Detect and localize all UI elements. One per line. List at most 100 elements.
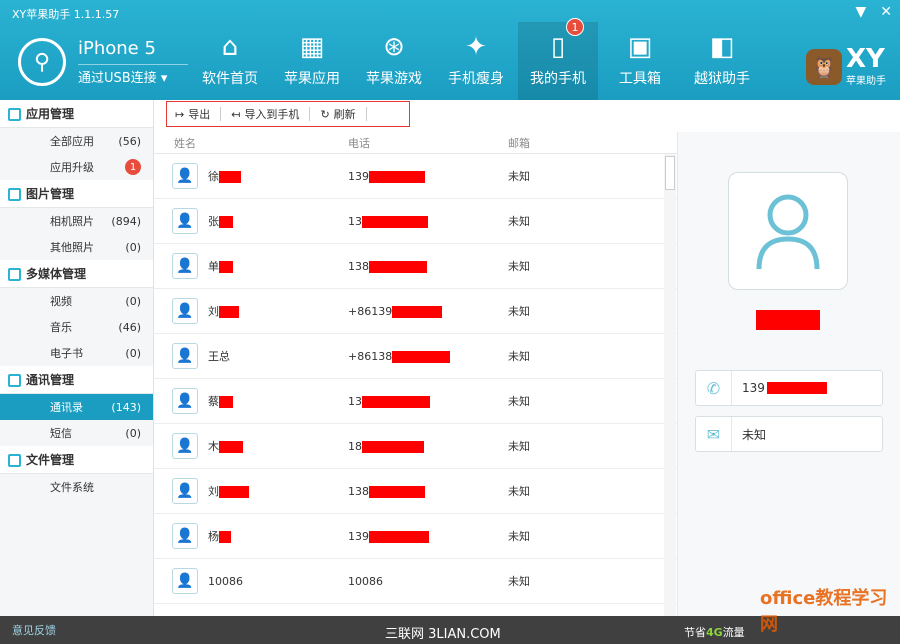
message-icon (8, 374, 21, 387)
export-label: 导出 (188, 108, 211, 121)
apple-icon: ✦ (465, 32, 487, 62)
table-row[interactable]: 👤 10086 10086 未知 (154, 559, 677, 604)
nav-my-phone[interactable]: 1 ▯ 我的手机 (518, 18, 598, 100)
table-row[interactable]: 👤 单 138 未知 (154, 244, 677, 289)
item-label: 音乐 (50, 321, 72, 334)
saver-prefix: 节省 (684, 626, 706, 639)
export-button[interactable]: ↦ 导出 (175, 106, 210, 122)
contact-name: 蔡 (208, 395, 219, 408)
sidebar-group-media[interactable]: 多媒体管理 (0, 260, 153, 288)
contact-avatar-icon: 👤 (172, 433, 198, 459)
table-row[interactable]: 👤 蔡 13 未知 (154, 379, 677, 424)
nav-apps[interactable]: ▦ 苹果应用 (272, 22, 352, 100)
nav-home[interactable]: ⌂ 软件首页 (190, 22, 270, 100)
sidebar-item-all-apps[interactable]: 全部应用 (56) (0, 128, 153, 154)
contact-avatar-icon: 👤 (172, 568, 198, 594)
redaction-mark (362, 440, 424, 453)
contact-avatar-icon: 👤 (172, 163, 198, 189)
minimize-icon[interactable]: ▼ (855, 4, 866, 20)
table-row[interactable]: 👤 张 13 未知 (154, 199, 677, 244)
group-label: 多媒体管理 (26, 267, 87, 281)
sidebar-item-other-photos[interactable]: 其他照片 (0) (0, 234, 153, 260)
redaction-mark (219, 441, 243, 453)
refresh-button[interactable]: ↻ 刷新 (320, 106, 355, 122)
nav-jailbreak[interactable]: ◧ 越狱助手 (682, 22, 762, 100)
contact-avatar-icon: 👤 (172, 253, 198, 279)
contact-phone: 10086 (348, 574, 383, 588)
import-icon: ↤ (231, 107, 241, 121)
saver-highlight: 4G (706, 626, 723, 639)
phone-icon: ▯ (550, 32, 566, 62)
phone-icon: ✆ (696, 371, 732, 405)
item-label: 相机照片 (50, 215, 94, 228)
table-row[interactable]: 👤 徐 139 未知 (154, 154, 677, 199)
column-phone[interactable]: 电话 (348, 135, 508, 151)
column-name[interactable]: 姓名 (154, 135, 348, 151)
contact-email: 未知 (508, 260, 530, 273)
home-icon: ⌂ (221, 32, 239, 62)
table-row[interactable]: 👤 刘 138 未知 (154, 469, 677, 514)
redaction-mark (219, 396, 233, 408)
item-label: 视频 (50, 295, 72, 308)
contact-name: 杨 (208, 530, 219, 543)
table-row[interactable]: 👤 木 18 未知 (154, 424, 677, 469)
redaction-mark (219, 171, 241, 183)
contact-name: 张 (208, 215, 219, 228)
refresh-icon: ↻ (320, 107, 330, 121)
contact-avatar-icon: 👤 (172, 298, 198, 324)
table-row[interactable]: 👤 杨 139 未知 (154, 514, 677, 559)
sidebar-item-camera-photos[interactable]: 相机照片 (894) (0, 208, 153, 234)
sidebar-group-files[interactable]: 文件管理 (0, 446, 153, 474)
sidebar-item-app-upgrade[interactable]: 应用升级 1 (0, 154, 153, 180)
contact-phone: 18 (348, 439, 362, 453)
item-label: 全部应用 (50, 135, 94, 148)
contact-detail-panel: ✆ 139 ✉ 未知 (677, 132, 900, 616)
sidebar-group-communication[interactable]: 通讯管理 (0, 366, 153, 394)
nav-toolbox[interactable]: ▣ 工具箱 (600, 22, 680, 100)
column-email[interactable]: 邮箱 (508, 135, 608, 151)
export-icon: ↦ (175, 107, 185, 121)
saver-suffix: 流量 (722, 626, 745, 639)
redaction-mark (369, 170, 425, 183)
close-icon[interactable]: ✕ (880, 4, 892, 20)
detail-email-field[interactable]: ✉ 未知 (695, 416, 883, 452)
contact-name: 刘 (208, 305, 219, 318)
redaction-mark (219, 306, 239, 318)
nav-games[interactable]: ⊛ 苹果游戏 (354, 22, 434, 100)
sidebar-item-video[interactable]: 视频 (0) (0, 288, 153, 314)
list-scrollbar[interactable] (664, 154, 676, 616)
item-label: 应用升级 (50, 161, 94, 174)
notification-badge: 1 (566, 18, 584, 36)
sidebar-item-ebook[interactable]: 电子书 (0) (0, 340, 153, 366)
sidebar-item-contacts[interactable]: 通讯录 (143) (0, 394, 153, 420)
detail-phone-field[interactable]: ✆ 139 (695, 370, 883, 406)
nav-cleanup[interactable]: ✦ 手机瘦身 (436, 22, 516, 100)
contact-name: 木 (208, 440, 219, 453)
contact-phone: 138 (348, 484, 369, 498)
nav-label: 我的手机 (530, 71, 586, 87)
sidebar-group-photos[interactable]: 图片管理 (0, 180, 153, 208)
divider (220, 107, 222, 121)
table-row[interactable]: 👤 王总 +86138 未知 (154, 334, 677, 379)
contact-email: 未知 (508, 305, 530, 318)
detail-phone: 139 (742, 381, 765, 395)
table-row[interactable]: 👤 刘 +86139 未知 (154, 289, 677, 334)
nav-label: 软件首页 (202, 71, 258, 87)
feedback-link[interactable]: 意见反馈 (12, 622, 56, 638)
item-count: (894) (111, 214, 141, 228)
sidebar-group-apps[interactable]: 应用管理 (0, 100, 153, 128)
import-button[interactable]: ↤ 导入到手机 (231, 106, 299, 122)
contact-phone: +86139 (348, 304, 393, 318)
sidebar-item-sms[interactable]: 短信 (0) (0, 420, 153, 446)
redaction-mark (392, 350, 451, 363)
contact-name: 10086 (208, 574, 243, 588)
device-connection-select[interactable]: 通过USB连接 ▾ (78, 64, 188, 86)
sidebar-item-file-system[interactable]: 文件系统 (0, 474, 153, 500)
sidebar-item-music[interactable]: 音乐 (46) (0, 314, 153, 340)
contact-avatar-icon: 👤 (172, 478, 198, 504)
item-count: (56) (118, 134, 141, 148)
detail-email: 未知 (742, 427, 767, 442)
scrollbar-thumb[interactable] (665, 156, 675, 190)
app-title: XY苹果助手 1.1.1.57 (12, 8, 120, 21)
contacts-toolbar: ↦ 导出 ↤ 导入到手机 ↻ 刷新 (166, 101, 410, 127)
